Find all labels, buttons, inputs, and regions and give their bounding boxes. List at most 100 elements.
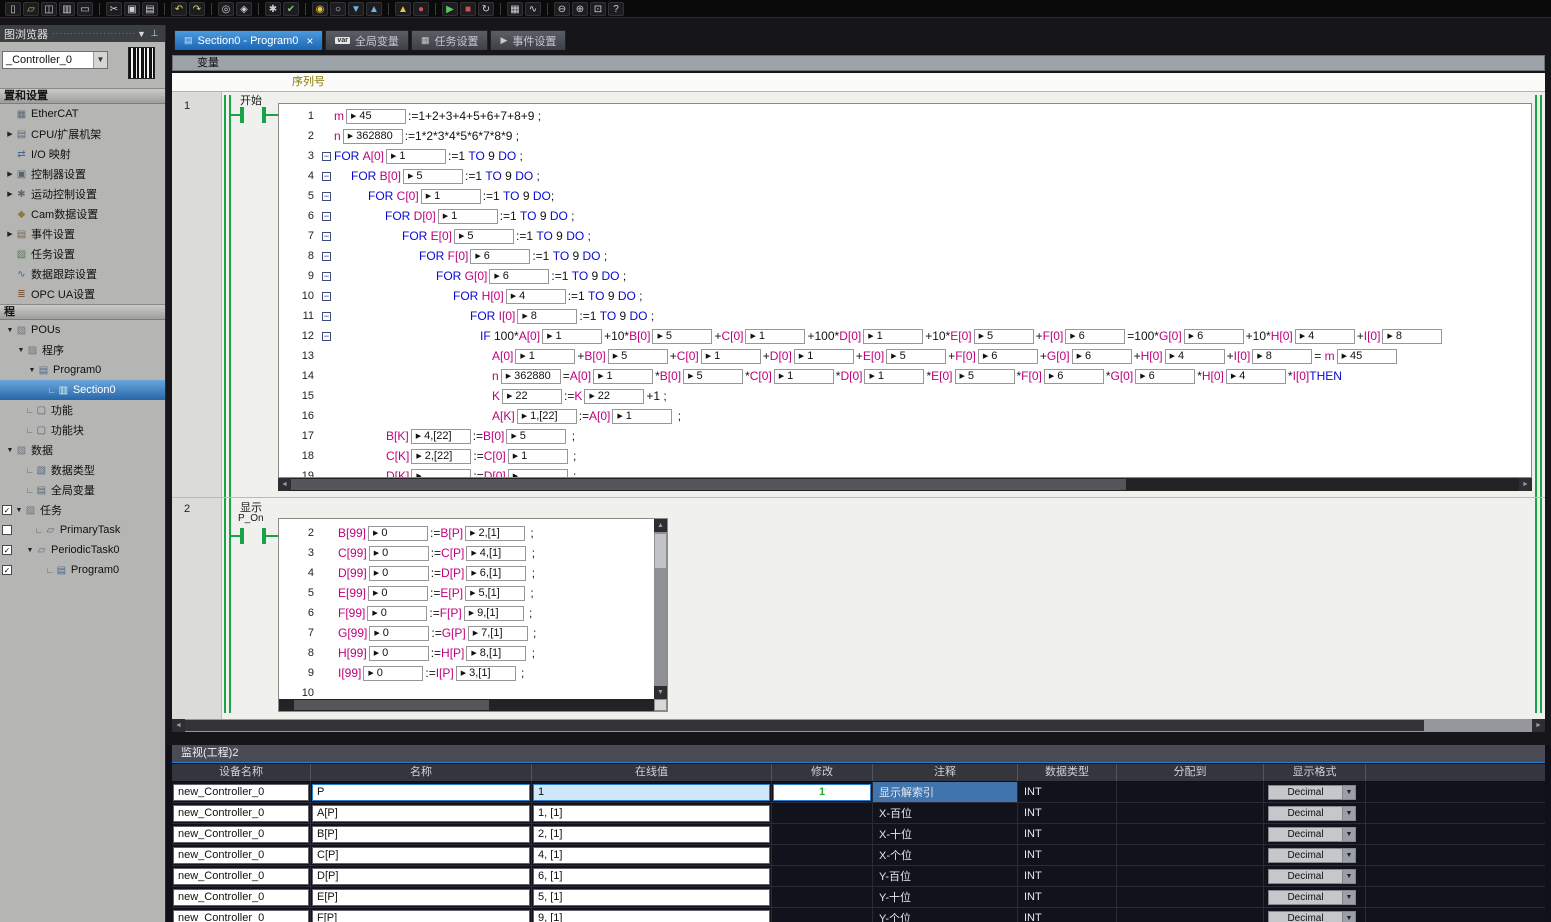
st-box-2-vscrollbar[interactable]: ▲ ▼ xyxy=(654,519,667,699)
online-value-box[interactable]: ▶2,[22] xyxy=(411,449,471,464)
undo-icon[interactable]: ↶ xyxy=(171,2,187,16)
online-value-box[interactable]: ▶0 xyxy=(363,666,423,681)
online-value-box[interactable]: ▶0 xyxy=(367,606,427,621)
sidebar-item-primary-task[interactable]: ∟▱PrimaryTask xyxy=(0,520,165,540)
online-value-box[interactable]: ▶5 xyxy=(608,349,668,364)
fold-toggle-icon[interactable]: − xyxy=(322,272,331,281)
chevron-down-icon[interactable]: ▼ xyxy=(1342,807,1355,820)
check-program-icon[interactable]: ✔ xyxy=(283,2,299,16)
online-value-box[interactable]: ▶362880 xyxy=(343,129,403,144)
zoom-fit-icon[interactable]: ⊡ xyxy=(590,2,606,16)
st-box-2-hscrollbar[interactable] xyxy=(279,699,654,711)
device-name-cell[interactable]: new_Controller_0 xyxy=(173,826,309,843)
watch-row[interactable]: new_Controller_0P11显示解索引INTDecimal▼ xyxy=(172,782,1545,803)
scroll-left-icon[interactable]: ◄ xyxy=(172,719,185,732)
reset-controller-icon[interactable]: ↻ xyxy=(478,2,494,16)
online-value-box[interactable]: ▶1 xyxy=(612,409,672,424)
online-value-box[interactable]: ▶5 xyxy=(955,369,1015,384)
online-value-box[interactable]: ▶6 xyxy=(1065,329,1125,344)
sidebar-item-opcua[interactable]: ≣OPC UA设置 xyxy=(0,284,165,304)
fold-toggle-icon[interactable]: − xyxy=(322,292,331,301)
modify-value-cell[interactable] xyxy=(772,887,873,907)
st-box-1-hscrollbar[interactable]: ◄ ► xyxy=(278,478,1532,491)
help-icon[interactable]: ? xyxy=(608,2,624,16)
expander-icon[interactable]: ▶ xyxy=(5,130,15,138)
fold-toggle-icon[interactable]: − xyxy=(322,152,331,161)
online-value-box[interactable]: ▶4 xyxy=(506,289,566,304)
chevron-down-icon[interactable]: ▼ xyxy=(1342,786,1355,799)
sidebar-item-task-setup[interactable]: ▧任务设置 xyxy=(0,244,165,264)
expander-icon[interactable]: ▼ xyxy=(14,507,24,514)
troubleshoot-warning-icon[interactable]: ▲ xyxy=(395,2,411,16)
online-value-box[interactable]: ▶5,[1] xyxy=(465,586,525,601)
open-project-icon[interactable]: ▱ xyxy=(23,2,39,16)
expander-icon[interactable]: ▶ xyxy=(5,170,15,178)
sidebar-item-cam-data[interactable]: ◆Cam数据设置 xyxy=(0,204,165,224)
online-value-box[interactable]: ▶5 xyxy=(652,329,712,344)
watch-row[interactable]: new_Controller_0E[P]5, [1]Y-十位INTDecimal… xyxy=(172,887,1545,908)
chevron-down-icon[interactable]: ▼ xyxy=(1342,828,1355,841)
online-value-box[interactable]: ▶0 xyxy=(369,566,429,581)
sidebar-item-global-variables[interactable]: ∟▤全局变量 xyxy=(0,480,165,500)
watch-column-header[interactable]: 显示格式 xyxy=(1264,764,1366,781)
watch-row[interactable]: new_Controller_0D[P]6, [1]Y-百位INTDecimal… xyxy=(172,866,1545,887)
chevron-down-icon[interactable]: ▼ xyxy=(1342,891,1355,904)
download-to-controller-icon[interactable]: ▼ xyxy=(348,2,364,16)
online-value-box[interactable]: ▶5 xyxy=(683,369,743,384)
watch-row[interactable]: new_Controller_0B[P]2, [1]X-十位INTDecimal… xyxy=(172,824,1545,845)
build-icon[interactable]: ✱ xyxy=(265,2,281,16)
online-value-box[interactable]: ▶5 xyxy=(454,229,514,244)
online-value-box[interactable]: ▶0 xyxy=(368,586,428,601)
sidebar-item-tasks[interactable]: ✓▼▨任务 xyxy=(0,500,165,520)
modify-value-cell[interactable] xyxy=(772,803,873,823)
online-value-cell[interactable]: 9, [1] xyxy=(533,910,770,922)
task-checkbox[interactable]: ✓ xyxy=(2,545,12,555)
expander-icon[interactable]: ▼ xyxy=(5,447,15,454)
online-value-box[interactable]: ▶5 xyxy=(974,329,1034,344)
online-value-box[interactable]: ▶6,[1] xyxy=(466,566,526,581)
scroll-down-icon[interactable]: ▼ xyxy=(654,686,667,699)
online-value-box[interactable]: ▶22 xyxy=(502,389,562,404)
online-value-cell[interactable]: 2, [1] xyxy=(533,826,770,843)
online-value-box[interactable]: ▶6 xyxy=(489,269,549,284)
online-value-box[interactable]: ▶4 xyxy=(1295,329,1355,344)
watch-column-header[interactable]: 设备名称 xyxy=(172,764,311,781)
online-value-cell[interactable]: 1, [1] xyxy=(533,805,770,822)
display-format-dropdown[interactable]: Decimal▼ xyxy=(1268,827,1356,842)
scroll-thumb[interactable] xyxy=(655,534,666,568)
online-value-box[interactable]: ▶1 xyxy=(508,449,568,464)
sidebar-item-function-blocks[interactable]: ∟▢功能块 xyxy=(0,420,165,440)
task-checkbox[interactable] xyxy=(2,525,12,535)
online-value-box[interactable]: ▶1 xyxy=(386,149,446,164)
online-value-box[interactable]: ▶1 xyxy=(701,349,761,364)
device-name-cell[interactable]: new_Controller_0 xyxy=(173,910,309,922)
st-inline-box-2[interactable]: 2B[99]▶0:=B[P]▶2,[1] ;3C[99]▶0:=C[P]▶4,[… xyxy=(278,518,668,712)
variable-name-cell[interactable]: P xyxy=(312,784,530,801)
expander-icon[interactable]: ▼ xyxy=(27,367,37,374)
contact[interactable] xyxy=(240,107,266,123)
online-value-box[interactable]: ▶4 xyxy=(1226,369,1286,384)
editor-hscrollbar[interactable]: ◄ ► xyxy=(172,719,1545,732)
online-value-box[interactable]: ▶22 xyxy=(584,389,644,404)
expander-icon[interactable]: ▶ xyxy=(5,230,15,238)
online-value-box[interactable]: ▶1 xyxy=(438,209,498,224)
watch-window-icon[interactable]: ◈ xyxy=(236,2,252,16)
contact[interactable] xyxy=(240,528,266,544)
online-value-box[interactable]: ▶1 xyxy=(593,369,653,384)
sidebar-item-controller-setup[interactable]: ▶▣控制器设置 xyxy=(0,164,165,184)
fold-toggle-icon[interactable]: − xyxy=(322,172,331,181)
expander-icon[interactable]: ▼ xyxy=(25,547,35,554)
display-format-dropdown[interactable]: Decimal▼ xyxy=(1268,848,1356,863)
online-value-box[interactable]: ▶1 xyxy=(515,349,575,364)
online-value-box[interactable]: ▶6 xyxy=(978,349,1038,364)
expander-icon[interactable]: ▼ xyxy=(5,327,15,334)
online-value-box[interactable]: ▶1 xyxy=(794,349,854,364)
online-value-cell[interactable]: 5, [1] xyxy=(533,889,770,906)
online-value-box[interactable]: ▶45 xyxy=(1337,349,1397,364)
chevron-down-icon[interactable]: ▼ xyxy=(93,52,107,68)
troubleshoot-error-icon[interactable]: ● xyxy=(413,2,429,16)
online-value-box[interactable]: ▶6 xyxy=(470,249,530,264)
sidebar-item-data[interactable]: ▼▨数据 xyxy=(0,440,165,460)
online-value-box[interactable]: ▶ xyxy=(508,469,568,479)
sidebar-item-motion-control[interactable]: ▶✱运动控制设置 xyxy=(0,184,165,204)
